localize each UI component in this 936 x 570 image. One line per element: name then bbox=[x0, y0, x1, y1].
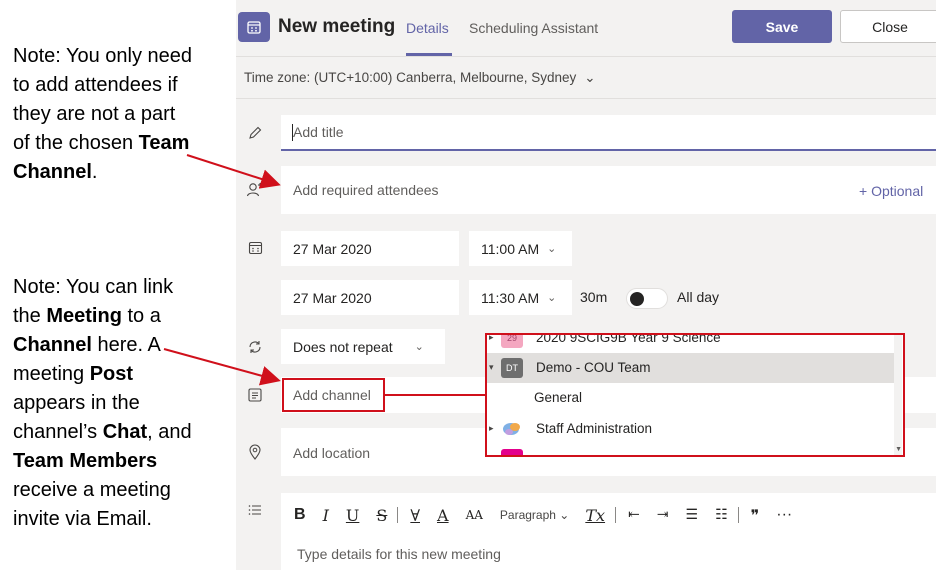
channel-dropdown: ▸ 29 2020 9SCIG9B Year 9 Science ▾ DT De… bbox=[485, 333, 905, 457]
channel-option[interactable]: General bbox=[487, 383, 895, 413]
timezone-label: Time zone: (UTC+10:00) Canberra, Melbour… bbox=[244, 70, 577, 85]
details-placeholder: Type details for this new meeting bbox=[297, 546, 501, 562]
note-bold: Team Members bbox=[13, 450, 158, 472]
duration-label: 30m bbox=[580, 289, 608, 305]
note-text: . bbox=[91, 161, 98, 183]
calendar-small-icon bbox=[246, 238, 264, 256]
note-text: receive a meeting invite via Email. bbox=[13, 479, 171, 530]
italic-button[interactable]: I bbox=[323, 506, 329, 525]
expand-arrow-icon[interactable]: ▸ bbox=[489, 423, 494, 434]
highlight-connector-line bbox=[385, 394, 485, 396]
clear-format-button[interactable]: Tx bbox=[585, 506, 605, 525]
channel-option-label: Demo - COU Team bbox=[536, 360, 651, 375]
bold-button[interactable]: B bbox=[294, 506, 306, 524]
attendees-input[interactable]: Add required attendees + Optional bbox=[281, 166, 936, 214]
start-date-picker[interactable]: 27 Mar 2020 bbox=[281, 231, 459, 266]
chevron-down-icon: ⌄ bbox=[547, 243, 557, 255]
scroll-down-icon[interactable]: ▼ bbox=[895, 446, 902, 453]
tab-scheduling-assistant[interactable]: Scheduling Assistant bbox=[469, 20, 598, 36]
calendar-icon bbox=[238, 12, 270, 42]
font-size-button[interactable]: AA bbox=[466, 508, 483, 522]
highlight-button[interactable]: ∀ bbox=[410, 506, 420, 525]
note-bold: Post bbox=[89, 363, 134, 385]
repeat-value: Does not repeat bbox=[293, 338, 393, 355]
dropdown-scrollbar[interactable] bbox=[894, 335, 902, 455]
bulleted-list-button[interactable]: ☰ bbox=[686, 507, 699, 523]
numbered-list-button[interactable]: ☷ bbox=[715, 507, 728, 523]
note-bold: Meeting bbox=[46, 305, 122, 327]
meeting-details-editor[interactable]: B I U S ∀ A AA Paragraph ⌄ Tx ⇤ ⇥ ☰ ☷ ❞ … bbox=[281, 493, 936, 570]
channel-option-label: Staff Administration bbox=[536, 421, 653, 436]
team-avatar: 29 bbox=[501, 335, 523, 348]
start-time-value: 11:00 AM bbox=[481, 240, 540, 257]
location-placeholder: Add location bbox=[293, 445, 371, 461]
toolbar-divider bbox=[397, 507, 399, 523]
chevron-down-icon: ⌄ bbox=[547, 292, 557, 304]
pencil-icon bbox=[246, 124, 264, 142]
repeat-icon bbox=[246, 338, 264, 356]
team-avatar bbox=[501, 419, 523, 439]
toolbar-divider bbox=[615, 507, 617, 523]
tab-details[interactable]: Details bbox=[406, 20, 449, 36]
channel-option[interactable]: ▸ Staff Administration bbox=[487, 414, 895, 444]
end-time-value: 11:30 AM bbox=[481, 289, 540, 306]
note-bold: Channel bbox=[13, 334, 92, 356]
all-day-toggle[interactable] bbox=[626, 288, 668, 309]
note-text: , and bbox=[147, 421, 192, 443]
page-title: New meeting bbox=[278, 16, 396, 37]
annotation-panel: Note: You only need to add attendees if … bbox=[0, 0, 236, 570]
channel-note: Note: You can link the Meeting to a Chan… bbox=[13, 273, 193, 534]
increase-indent-button[interactable]: ⇥ bbox=[657, 507, 669, 523]
channel-option-label: General bbox=[534, 390, 583, 405]
chevron-down-icon: ⌄ bbox=[584, 70, 596, 85]
quote-button[interactable]: ❞ bbox=[751, 506, 760, 525]
channel-option[interactable]: ▸ 29 2020 9SCIG9B Year 9 Science bbox=[487, 333, 895, 353]
paragraph-style-dropdown[interactable]: Paragraph ⌄ bbox=[500, 508, 569, 522]
channel-highlight-box bbox=[282, 378, 385, 412]
team-avatar bbox=[501, 449, 523, 455]
end-time-picker[interactable]: 11:30 AM ⌄ bbox=[469, 280, 572, 315]
optional-attendees-link[interactable]: + Optional bbox=[859, 183, 923, 199]
add-person-icon bbox=[246, 181, 264, 199]
start-time-picker[interactable]: 11:00 AM ⌄ bbox=[469, 231, 572, 266]
team-avatar: DT bbox=[501, 358, 523, 378]
new-meeting-window: New meeting Details Scheduling Assistant… bbox=[236, 0, 936, 570]
note-text: to a bbox=[121, 305, 161, 327]
location-pin-icon bbox=[246, 443, 264, 461]
font-color-button[interactable]: A bbox=[437, 506, 449, 525]
chevron-down-icon: ⌄ bbox=[414, 341, 424, 353]
expand-arrow-icon[interactable]: ▸ bbox=[489, 335, 494, 343]
end-date-picker[interactable]: 27 Mar 2020 bbox=[281, 280, 459, 315]
active-tab-indicator bbox=[406, 53, 452, 56]
decrease-indent-button[interactable]: ⇤ bbox=[628, 507, 640, 523]
strikethrough-button[interactable]: S bbox=[376, 506, 387, 525]
repeat-dropdown[interactable]: Does not repeat ⌄ bbox=[281, 329, 445, 364]
timezone-selector[interactable]: Time zone: (UTC+10:00) Canberra, Melbour… bbox=[244, 70, 596, 86]
toolbar-divider bbox=[737, 507, 739, 523]
all-day-label: All day bbox=[677, 289, 720, 305]
save-button[interactable]: Save bbox=[732, 10, 832, 43]
collapse-arrow-icon[interactable]: ▾ bbox=[489, 362, 494, 373]
close-button[interactable]: Close bbox=[840, 10, 936, 43]
formatting-toolbar: B I U S ∀ A AA Paragraph ⌄ Tx ⇤ ⇥ ☰ ☷ ❞ … bbox=[281, 493, 936, 537]
channel-option-selected[interactable]: ▾ DT Demo - COU Team bbox=[487, 353, 895, 383]
details-list-icon bbox=[246, 501, 264, 519]
channel-option[interactable] bbox=[487, 444, 895, 455]
attendees-placeholder: Add required attendees bbox=[293, 182, 439, 198]
channel-icon bbox=[246, 386, 264, 404]
title-placeholder: Add title bbox=[293, 124, 344, 140]
underline-button[interactable]: U bbox=[346, 506, 359, 525]
title-input[interactable]: Add title bbox=[281, 115, 936, 151]
attendees-note: Note: You only need to add attendees if … bbox=[13, 42, 193, 187]
start-date-value: 27 Mar 2020 bbox=[293, 240, 372, 257]
end-date-value: 27 Mar 2020 bbox=[293, 289, 372, 306]
toggle-knob bbox=[630, 292, 644, 306]
divider bbox=[236, 98, 936, 99]
more-options-button[interactable]: ··· bbox=[776, 506, 792, 524]
note-bold: Chat bbox=[102, 421, 148, 443]
meeting-header: New meeting Details Scheduling Assistant… bbox=[236, 0, 936, 57]
channel-option-label: 2020 9SCIG9B Year 9 Science bbox=[536, 333, 721, 345]
